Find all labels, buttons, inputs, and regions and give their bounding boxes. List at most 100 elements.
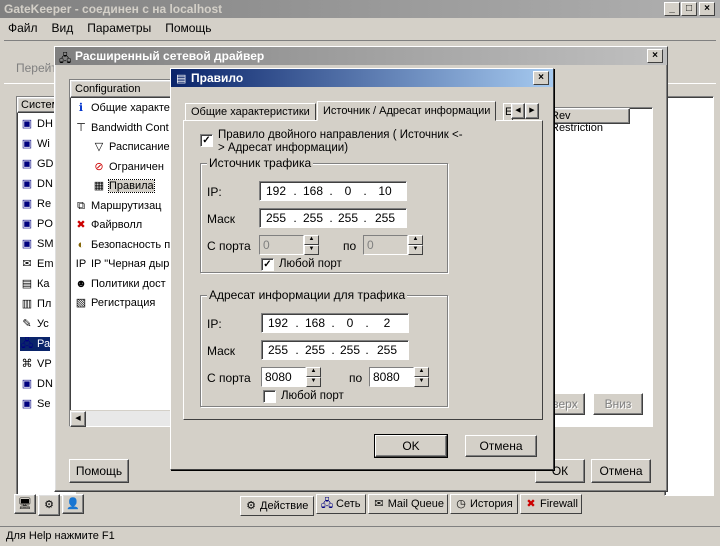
network-icon: 🖧 <box>320 498 334 510</box>
left-list-item[interactable]: ▣ GD <box>20 157 54 171</box>
rules-icon: ▦ <box>93 180 105 192</box>
rev-restriction-column[interactable]: Rev Restriction <box>546 108 630 134</box>
tab-pane: ✓ Правило двойного направления ( Источни… <box>183 120 543 420</box>
left-list-item[interactable]: ✉ Em <box>20 257 54 271</box>
left-list-item[interactable]: ▥ Пл <box>20 297 52 311</box>
left-list-item-label: Wi <box>37 138 50 150</box>
dest-mask-input[interactable]: 255. 255. 255. 255 <box>261 340 409 360</box>
tree-item[interactable]: ⧉ Маршрутизац <box>74 199 161 213</box>
left-list-item[interactable]: ▣ PO <box>20 217 53 231</box>
left-list-item[interactable]: ▣ Wi <box>20 137 50 151</box>
scroll-left-arrow[interactable]: ◀ <box>70 411 86 427</box>
bottom-tab[interactable]: 🖧 Сеть <box>316 494 366 514</box>
maximize-button[interactable]: □ <box>681 2 697 16</box>
left-list-item[interactable]: 🖧 Ра <box>20 337 51 351</box>
driver-close-button[interactable]: × <box>647 49 663 63</box>
rules-list: Rev Restriction <box>545 107 653 427</box>
source-port-from-label: С порта <box>207 239 251 253</box>
gear-icon: ⚙ <box>44 499 54 511</box>
tree-item[interactable]: ☻ Политики дост <box>74 277 165 291</box>
left-list-item[interactable]: ▤ Ка <box>20 277 50 291</box>
left-list-item-label: Em <box>37 258 54 270</box>
bottom-tab-label: Сеть <box>336 498 361 510</box>
menu-params[interactable]: Параметры <box>87 21 151 35</box>
network-icon: 🖧 <box>20 338 34 350</box>
dest-port-to-spinner[interactable]: 8080 ▲ ▼ <box>369 367 429 387</box>
bottom-tab[interactable]: ◷ История <box>450 494 518 514</box>
minimize-button[interactable]: _ <box>664 2 680 16</box>
rule-cancel-button[interactable]: Отмена <box>465 435 537 457</box>
source-mask-input[interactable]: 255. 255. 255. 255 <box>259 208 407 228</box>
bidirectional-checkbox[interactable]: ✓ <box>200 134 213 147</box>
close-button[interactable]: × <box>699 2 715 16</box>
dest-any-port-checkbox[interactable] <box>263 390 276 403</box>
source-port-to-spinner[interactable]: 0 ▲ ▼ <box>363 235 423 255</box>
tree-item[interactable]: ▧ Регистрация <box>74 296 156 310</box>
bottom-tab-label: Firewall <box>540 498 578 510</box>
tree-item-label: IP "Черная дыр <box>91 258 170 270</box>
source-port-from-spinner[interactable]: 0 ▲ ▼ <box>259 235 319 255</box>
tab-general[interactable]: Общие характеристики <box>185 103 316 121</box>
source-mask-label: Маск <box>207 212 236 226</box>
bottom-tab-label: Действие <box>260 500 309 512</box>
tree-scrollbar[interactable]: ◀ <box>70 410 174 427</box>
tree-header[interactable]: Configuration <box>70 80 174 98</box>
view-tab-settings[interactable]: ⚙ <box>38 494 60 516</box>
menu-file[interactable]: Файл <box>8 21 38 35</box>
view-tab-servers[interactable]: 🖥 <box>14 494 36 514</box>
source-port-to-label: по <box>343 239 357 253</box>
rule-icon: ▤ <box>176 73 187 85</box>
tree-item[interactable]: ◐ Безопасность п <box>74 238 171 252</box>
left-list-item[interactable]: ▣ DN <box>20 177 53 191</box>
tree-item[interactable]: ▽ Расписание <box>92 140 170 154</box>
left-view-tabs: 🖥 ⚙ 👤 <box>14 494 84 516</box>
view-tab-users[interactable]: 👤 <box>62 494 84 514</box>
dest-mask-label: Маск <box>207 344 236 358</box>
menu-view[interactable]: Вид <box>52 21 74 35</box>
help-button[interactable]: Помощь <box>69 459 129 483</box>
config-tree: Configuration ℹ Общие характе ⊤ Bandwidth C… <box>69 79 175 427</box>
source-ip-input[interactable]: 192. 168. 0. 10 <box>259 181 407 201</box>
tab-scroll-right[interactable]: ▶ <box>525 103 539 119</box>
rule-close-button[interactable]: × <box>533 71 549 85</box>
log-icon: ▧ <box>75 297 87 309</box>
bottom-tab[interactable]: ✉ Mail Queue <box>368 494 448 514</box>
left-list-item[interactable]: ⌘ VP <box>20 357 52 371</box>
driver-cancel-button[interactable]: Отмена <box>591 459 651 483</box>
back-button[interactable]: Перейт <box>16 61 57 75</box>
rule-title-bar: Правило × <box>171 69 553 87</box>
tree-item[interactable]: ▦ Правила <box>92 179 155 193</box>
tree-item[interactable]: ℹ Общие характе <box>74 101 170 115</box>
tree-item[interactable]: ⊤ Bandwidth Cont <box>74 121 168 135</box>
tree-item-label: Расписание <box>109 141 170 153</box>
security-icon: ◐ <box>77 238 85 251</box>
bottom-tab[interactable]: ⚙ Действие <box>240 496 314 516</box>
left-list-item[interactable]: ▣ Se <box>20 397 51 411</box>
left-list-item[interactable]: ▣ SM <box>20 237 54 251</box>
menu-help[interactable]: Помощь <box>165 21 211 35</box>
left-list-item[interactable]: ▣ DN <box>20 377 53 391</box>
dest-ip-input[interactable]: 192. 168. 0. 2 <box>261 313 409 333</box>
bottom-tab[interactable]: ✖ Firewall <box>520 494 582 514</box>
action-icon: ⚙ <box>246 500 256 512</box>
tab-scroll-left[interactable]: ◀ <box>511 103 525 119</box>
right-panel <box>664 96 714 496</box>
tree-item[interactable]: ⊘ Ограничен <box>92 160 164 174</box>
tab-source-dest[interactable]: Источник / Адресат информации <box>317 101 497 121</box>
source-any-port-label: Любой порт <box>279 258 342 270</box>
source-any-port-checkbox[interactable]: ✓ <box>261 258 274 271</box>
tree-item-label: Файрволл <box>91 219 143 231</box>
left-list-item[interactable]: ✎ Ус <box>20 317 48 331</box>
left-list-item[interactable]: ▣ DH <box>20 117 53 131</box>
dest-port-from-spinner[interactable]: 8080 ▲ ▼ <box>261 367 321 387</box>
server-icon: ▣ <box>21 378 33 390</box>
tree-item[interactable]: IP IP "Черная дыр <box>74 257 170 271</box>
dest-group-title: Адресат информации для трафика <box>207 288 408 302</box>
rule-ok-button[interactable]: OK <box>374 434 448 458</box>
clock-icon: ◷ <box>456 498 466 510</box>
route-icon: ⧉ <box>77 199 85 212</box>
left-list-item-label: Пл <box>37 298 52 310</box>
tree-item[interactable]: ✖ Файрволл <box>74 218 142 232</box>
left-list-item[interactable]: ▣ Re <box>20 197 51 211</box>
move-down-button[interactable]: Вниз <box>593 393 643 415</box>
